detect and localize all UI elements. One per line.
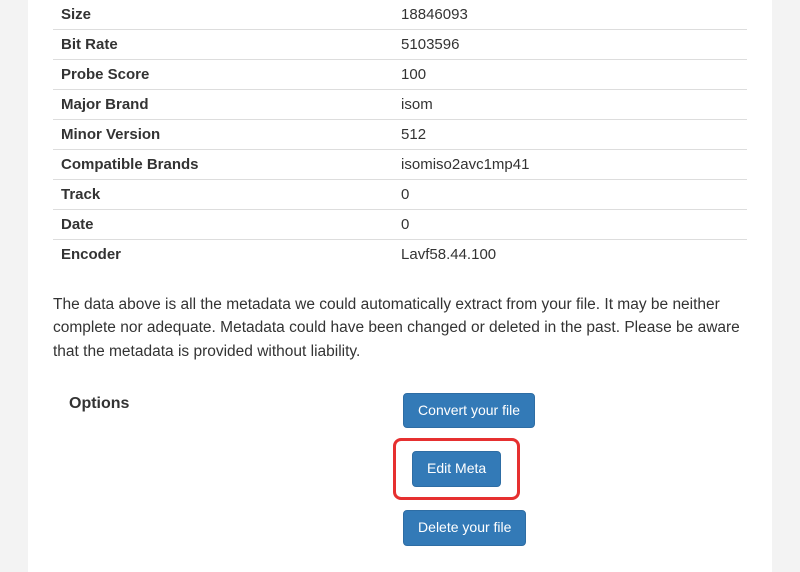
meta-value: isom xyxy=(393,90,747,120)
meta-value: 0 xyxy=(393,210,747,240)
meta-key: Compatible Brands xyxy=(53,150,393,180)
table-row: Compatible Brandsisomiso2avc1mp41 xyxy=(53,150,747,180)
metadata-panel: Size18846093Bit Rate5103596Probe Score10… xyxy=(28,0,772,572)
convert-file-button[interactable]: Convert your file xyxy=(403,393,535,429)
meta-value: isomiso2avc1mp41 xyxy=(393,150,747,180)
table-row: Probe Score100 xyxy=(53,60,747,90)
table-row: EncoderLavf58.44.100 xyxy=(53,240,747,270)
edit-meta-button[interactable]: Edit Meta xyxy=(412,451,501,487)
meta-value: 0 xyxy=(393,180,747,210)
table-row: Minor Version512 xyxy=(53,120,747,150)
table-row: Bit Rate5103596 xyxy=(53,30,747,60)
meta-value: 18846093 xyxy=(393,0,747,30)
options-heading: Options xyxy=(53,387,393,413)
edit-meta-highlight: Edit Meta xyxy=(393,438,520,500)
meta-value: 512 xyxy=(393,120,747,150)
meta-key: Probe Score xyxy=(53,60,393,90)
table-row: Size18846093 xyxy=(53,0,747,30)
metadata-explanation: The data above is all the metadata we co… xyxy=(53,293,747,363)
meta-value: 5103596 xyxy=(393,30,747,60)
meta-key: Encoder xyxy=(53,240,393,270)
meta-value: Lavf58.44.100 xyxy=(393,240,747,270)
delete-file-button[interactable]: Delete your file xyxy=(403,510,526,546)
meta-key: Size xyxy=(53,0,393,30)
meta-value: 100 xyxy=(393,60,747,90)
meta-key: Minor Version xyxy=(53,120,393,150)
metadata-table: Size18846093Bit Rate5103596Probe Score10… xyxy=(53,0,747,269)
meta-key: Major Brand xyxy=(53,90,393,120)
options-buttons-group: Convert your file Edit Meta Delete your … xyxy=(393,387,545,552)
options-section: Options Convert your file Edit Meta Dele… xyxy=(53,387,747,552)
meta-key: Bit Rate xyxy=(53,30,393,60)
table-row: Date0 xyxy=(53,210,747,240)
meta-key: Track xyxy=(53,180,393,210)
meta-key: Date xyxy=(53,210,393,240)
table-row: Major Brandisom xyxy=(53,90,747,120)
table-row: Track0 xyxy=(53,180,747,210)
